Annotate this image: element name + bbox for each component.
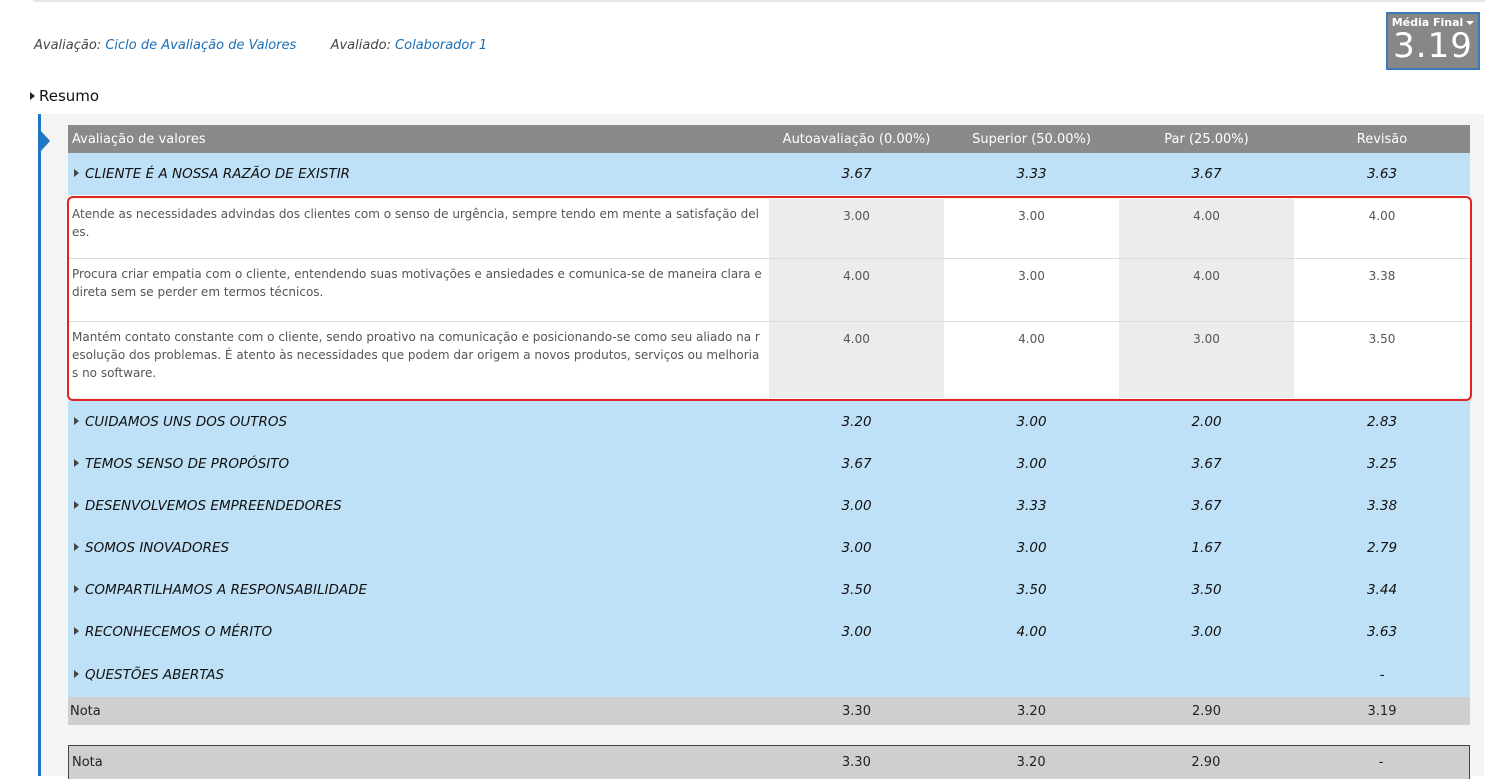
detail-row: Mantém contato constante com o cliente, …	[68, 322, 1470, 398]
final-total-review: -	[1378, 755, 1384, 770]
total-self: 3.30	[842, 703, 871, 719]
group-row-responsabilidade[interactable]: COMPARTILHAMOS A RESPONSABILIDADE 3.50 3…	[68, 569, 1470, 611]
group-review: 3.44	[1366, 582, 1398, 598]
detail-self: 3.00	[769, 199, 944, 258]
final-total-label: Nota	[72, 755, 103, 770]
group-self: 3.50	[841, 582, 872, 598]
final-total-self: 3.30	[841, 755, 871, 770]
header-peer[interactable]: Par (25.00%)	[1119, 132, 1294, 147]
detail-superior: 3.00	[1018, 269, 1045, 283]
group-superior: 3.33	[1016, 498, 1047, 514]
group-row-cuidamos[interactable]: CUIDAMOS UNS DOS OUTROS 3.20 3.00 2.00 2…	[68, 401, 1470, 443]
expand-icon[interactable]	[74, 585, 79, 593]
group-self: 3.00	[841, 624, 872, 640]
group-name: SOMOS INOVADORES	[85, 540, 230, 556]
header-values[interactable]: Avaliação de valores	[68, 132, 769, 147]
final-total-row: Nota 3.30 3.20 2.90 -	[68, 745, 1470, 779]
detail-review: 4.00	[1368, 209, 1396, 223]
total-label: Nota	[70, 703, 101, 719]
group-name: CLIENTE É A NOSSA RAZÃO DE EXISTIR	[85, 166, 351, 182]
detail-row: Procura criar empatia com o cliente, ent…	[68, 259, 1470, 322]
group-name: QUESTÕES ABERTAS	[85, 667, 225, 683]
header-superior[interactable]: Superior (50.00%)	[944, 132, 1119, 147]
group-name: COMPARTILHAMOS A RESPONSABILIDADE	[85, 582, 368, 598]
expand-icon[interactable]	[74, 169, 79, 177]
group-superior: 3.00	[1016, 456, 1047, 472]
group-peer: 3.67	[1191, 166, 1222, 182]
group-row-proposito[interactable]: TEMOS SENSO DE PROPÓSITO 3.67 3.00 3.67 …	[68, 443, 1470, 485]
final-total-superior: 3.20	[1016, 755, 1046, 770]
group-peer: 1.67	[1191, 540, 1222, 556]
detail-text: Mantém contato constante com o cliente, …	[72, 330, 760, 380]
expand-icon[interactable]	[74, 627, 79, 635]
detail-superior: 3.00	[1018, 209, 1045, 223]
group-name: CUIDAMOS UNS DOS OUTROS	[85, 414, 288, 430]
group-review: -	[1379, 667, 1385, 683]
group-peer: 3.50	[1191, 582, 1222, 598]
values-table: Avaliação de valores Autoavaliação (0.00…	[68, 0, 1470, 779]
group-superior: 3.00	[1016, 414, 1047, 430]
total-superior: 3.20	[1017, 703, 1046, 719]
expand-icon[interactable]	[74, 417, 79, 425]
group-name: RECONHECEMOS O MÉRITO	[85, 624, 273, 640]
group-self: 3.67	[841, 456, 872, 472]
final-total-peer: 2.90	[1191, 755, 1221, 770]
group-review: 2.83	[1366, 414, 1398, 430]
group-peer: 3.00	[1191, 624, 1222, 640]
group-review: 3.25	[1366, 456, 1398, 472]
caret-right-icon	[30, 91, 35, 100]
detail-row: Atende as necessidades advindas dos clie…	[68, 199, 1470, 259]
group-name: DESENVOLVEMOS EMPREENDEDORES	[85, 498, 342, 514]
expand-icon[interactable]	[74, 459, 79, 467]
detail-review: 3.50	[1368, 332, 1396, 346]
detail-superior: 4.00	[1018, 332, 1045, 346]
group-review: 2.79	[1366, 540, 1398, 556]
group-self: 3.20	[841, 414, 872, 430]
detail-text: Atende as necessidades advindas dos clie…	[72, 207, 759, 239]
header-review[interactable]: Revisão	[1294, 132, 1470, 147]
group-superior: 4.00	[1016, 624, 1047, 640]
group-peer: 3.67	[1191, 456, 1222, 472]
detail-peer: 4.00	[1119, 199, 1294, 258]
group-row-inovadores[interactable]: SOMOS INOVADORES 3.00 3.00 1.67 2.79	[68, 527, 1470, 569]
detail-self: 4.00	[769, 322, 944, 398]
detail-self: 4.00	[769, 259, 944, 321]
detail-peer: 3.00	[1119, 322, 1294, 398]
group-review: 3.38	[1366, 498, 1398, 514]
expand-icon[interactable]	[74, 670, 79, 678]
expand-icon[interactable]	[74, 501, 79, 509]
group-row-questoes[interactable]: QUESTÕES ABERTAS -	[68, 653, 1470, 697]
total-row: Nota 3.30 3.20 2.90 3.19	[68, 697, 1470, 725]
group-review: 3.63	[1366, 166, 1398, 182]
group-self: 3.00	[841, 540, 872, 556]
detail-peer: 4.00	[1119, 259, 1294, 321]
group-row-empreendedores[interactable]: DESENVOLVEMOS EMPREENDEDORES 3.00 3.33 3…	[68, 485, 1470, 527]
detail-review: 3.38	[1368, 269, 1396, 283]
expand-icon[interactable]	[74, 543, 79, 551]
detail-text: Procura criar empatia com o cliente, ent…	[72, 267, 762, 299]
group-self: 3.00	[841, 498, 872, 514]
header-self[interactable]: Autoavaliação (0.00%)	[769, 132, 944, 147]
group-review: 3.63	[1366, 624, 1398, 640]
group-row-merito[interactable]: RECONHECEMOS O MÉRITO 3.00 4.00 3.00 3.6…	[68, 611, 1470, 653]
group-row-cliente[interactable]: CLIENTE É A NOSSA RAZÃO DE EXISTIR 3.67 …	[68, 153, 1470, 195]
total-review: 3.19	[1367, 703, 1397, 719]
panel-marker-icon	[41, 131, 50, 151]
group-name: TEMOS SENSO DE PROPÓSITO	[85, 456, 290, 472]
group-peer: 2.00	[1191, 414, 1222, 430]
group-self: 3.67	[841, 166, 872, 182]
group-peer: 3.67	[1191, 498, 1222, 514]
total-peer: 2.90	[1192, 703, 1221, 719]
group-superior: 3.00	[1016, 540, 1047, 556]
group-superior: 3.50	[1016, 582, 1047, 598]
group-superior: 3.33	[1016, 166, 1047, 182]
table-header: Avaliação de valores Autoavaliação (0.00…	[68, 125, 1470, 153]
